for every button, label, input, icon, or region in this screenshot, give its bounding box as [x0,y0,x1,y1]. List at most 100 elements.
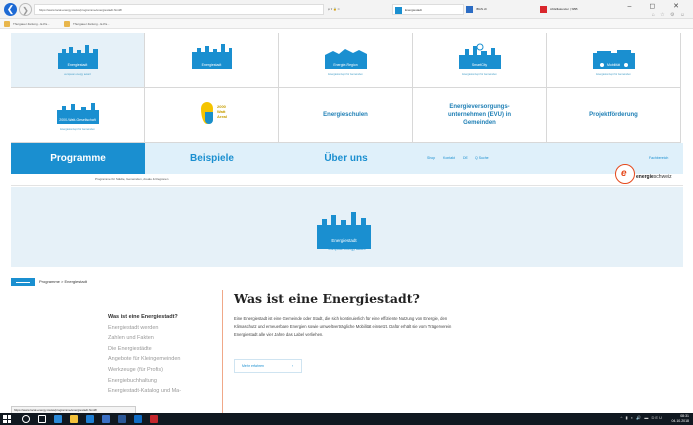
tab-label: Abfallkalender | SBB [550,7,578,11]
url-field[interactable]: https://www.local-energy.swiss/programme… [34,4,324,15]
program-tiles: Energiestadt european energy award Energ… [11,33,683,143]
tile-energie-region[interactable]: Energie-Region Energiekonzept für Gemein… [279,33,413,88]
favorites-bar: Thurgauer Zeitung - E-Pa... Thurgauer Ze… [0,19,693,29]
tile-label: Projektförderung [589,112,638,118]
article-body: Eine Energiestadt ist eine Gemeinde oder… [234,316,452,337]
energiestadt-logo: Energiestadt [191,43,232,69]
brand-name-rest: schweiz [653,174,672,180]
tile-energieschulen[interactable]: Energieschulen [279,88,413,143]
sidenav-item-kleingemeinden[interactable]: Angebote für Kleingemeinden [108,354,218,365]
tile-energiestadt[interactable]: Energiestadt [145,33,279,88]
nav-programme[interactable]: Programme [11,143,145,174]
ie-icon[interactable] [86,415,94,423]
search-icon[interactable] [22,415,30,423]
program-tagline: Programme für Städte, Gemeinden, Areale … [95,177,169,181]
system-tray[interactable]: ^ ▮ ◐ 🔊 ▬ DEU [621,415,663,420]
sidenav-item-katalog[interactable]: Energiestadt-Katalog und Ma- [108,386,218,397]
sidenav-item-zahlen[interactable]: Zahlen und Fakten [108,333,218,344]
tile-evu[interactable]: Energieversorgungs-unternehmen (EVU) in … [413,88,547,143]
tab-favicon-icon [395,7,402,14]
watt-gesellschaft-logo: 2000-Watt-Gesellschaft [56,100,99,124]
url-tools[interactable]: ⍴ ▾ 🔒 C [328,4,386,15]
mail-icon[interactable] [102,415,110,423]
brand-name: energieschweiz [636,174,672,180]
brand-mark: e [621,168,627,179]
hero-logo-label: Energiestadt [331,238,357,243]
app-icon[interactable] [150,415,158,423]
nav-shop[interactable]: Shop [427,143,435,174]
drop-icon [205,112,213,124]
sidenav-item-buchhaltung[interactable]: Energiebuchhaltung [108,376,218,387]
divider [222,290,223,415]
nav-search[interactable]: Q Suche [475,143,489,174]
hero-banner: Energiestadt european energy award [11,187,683,267]
button-label: Mehr erfahren [242,364,264,368]
logo-subtitle: Energiekonzept für Gemeinden [462,73,497,76]
back-button[interactable]: ❮ [4,3,17,16]
sidenav-item-werkzeuge[interactable]: Werkzeuge (für Profis) [108,365,218,376]
main-nav: Programme Beispiele Über uns Shop Kontak… [11,143,683,174]
tile-projektfoerderung[interactable]: Projektförderung [547,88,681,143]
page-title: Was ist eine Energiestadt? [234,291,420,306]
windows-start-icon[interactable] [3,415,11,423]
nav-ueber-uns[interactable]: Über uns [279,143,413,174]
favorite-link[interactable]: Thurgauer Zeitung - E-Pa... [64,20,110,28]
energiestadt-logo: Energiestadt [57,43,98,69]
energieschweiz-logo[interactable]: e energieschweiz [615,164,677,186]
browser-address-bar: ❮ ❯ https://www.local-energy.swiss/progr… [0,0,693,19]
favorite-link[interactable]: Thurgauer Zeitung - E-Pa... [4,20,50,28]
watt-areal-logo: 2000 Watt Areal [201,100,231,130]
edge-icon[interactable] [54,415,62,423]
sidenav-item-energiestaedte[interactable]: Die Energiestädte [108,344,218,355]
logo-subtitle: Energiekonzept für Gemeinden [60,128,95,131]
logo-label: 2000-Watt-Gesellschaft [59,118,96,122]
clock[interactable]: 08:31 04.10.2018 [671,414,689,424]
tile-mobilitaet[interactable]: Mobilität Energiekonzept für Gemeinden [547,33,681,88]
logo-subtitle: european energy award [64,73,91,76]
logo-label: Mobilität [606,63,621,67]
tab-energiestadt[interactable]: Energiestadt [392,4,464,15]
nav-beispiele[interactable]: Beispiele [145,143,279,174]
mobilitaet-logo: Mobilität [592,45,635,69]
clock-date: 04.10.2018 [671,419,689,423]
logo-subtitle: Energiekonzept für Gemeinden [328,73,363,76]
logo-label: 2000 Watt Areal [217,104,228,119]
tile-label: Energieschulen [323,112,368,118]
nav-language[interactable]: DE [463,143,468,174]
article: Was ist eine Energiestadt? Eine Energies… [234,291,474,373]
window-controls[interactable]: – ◻ ✕ [628,2,687,10]
chevron-right-icon: › [291,364,293,368]
tile-energiestadt-eea[interactable]: Energiestadt european energy award [11,33,145,88]
tab-abfallkalender[interactable]: Abfallkalender | SBB [538,4,622,15]
smartcity-logo: SmartCity [458,43,501,69]
sub-header: Programme für Städte, Gemeinden, Areale … [11,164,683,186]
tab-favicon-icon [540,6,547,13]
tile-2000-watt-gesellschaft[interactable]: 2000-Watt-Gesellschaft Energiekonzept fü… [11,88,145,143]
word-icon[interactable] [118,415,126,423]
side-nav: Was ist eine Energiestadt? Energiestadt … [108,312,218,397]
tab-label: Energiestadt [405,8,422,12]
hero-logo-subtitle: european energy award [328,247,366,251]
tile-2000-watt-areal[interactable]: 2000 Watt Areal [145,88,279,143]
forward-button[interactable]: ❯ [19,3,32,16]
energieschweiz-mark-icon: e [615,164,635,184]
tab-favicon-icon [466,6,473,13]
browser-toolbar-icons[interactable]: ⌂ ☆ ⚙ ☺ [652,12,687,18]
breadcrumb-path[interactable]: Programme > Energiestadt [39,279,87,284]
explorer-icon[interactable] [70,415,78,423]
home-icon[interactable] [11,278,35,286]
tab-iban[interactable]: IBAN.ch [464,4,536,15]
sidenav-item-werden[interactable]: Energiestadt werden [108,323,218,334]
logo-label: SmartCity [471,63,488,67]
nav-kontakt[interactable]: Kontakt [443,143,455,174]
favorite-icon [64,21,70,27]
tile-smartcity[interactable]: SmartCity Energiekonzept für Gemeinden [413,33,547,88]
task-view-icon[interactable] [38,415,46,423]
logo-label: Energiestadt [201,63,222,67]
sidenav-item-was-ist[interactable]: Was ist eine Energiestadt? [108,312,218,323]
logo-label: Energie-Region [333,63,358,67]
outlook-icon[interactable] [134,415,142,423]
mehr-erfahren-button[interactable]: Mehr erfahren › [234,359,302,373]
taskbar: ^ ▮ ◐ 🔊 ▬ DEU 08:31 04.10.2018 [0,413,693,425]
brand-name-bold: energie [636,174,654,180]
